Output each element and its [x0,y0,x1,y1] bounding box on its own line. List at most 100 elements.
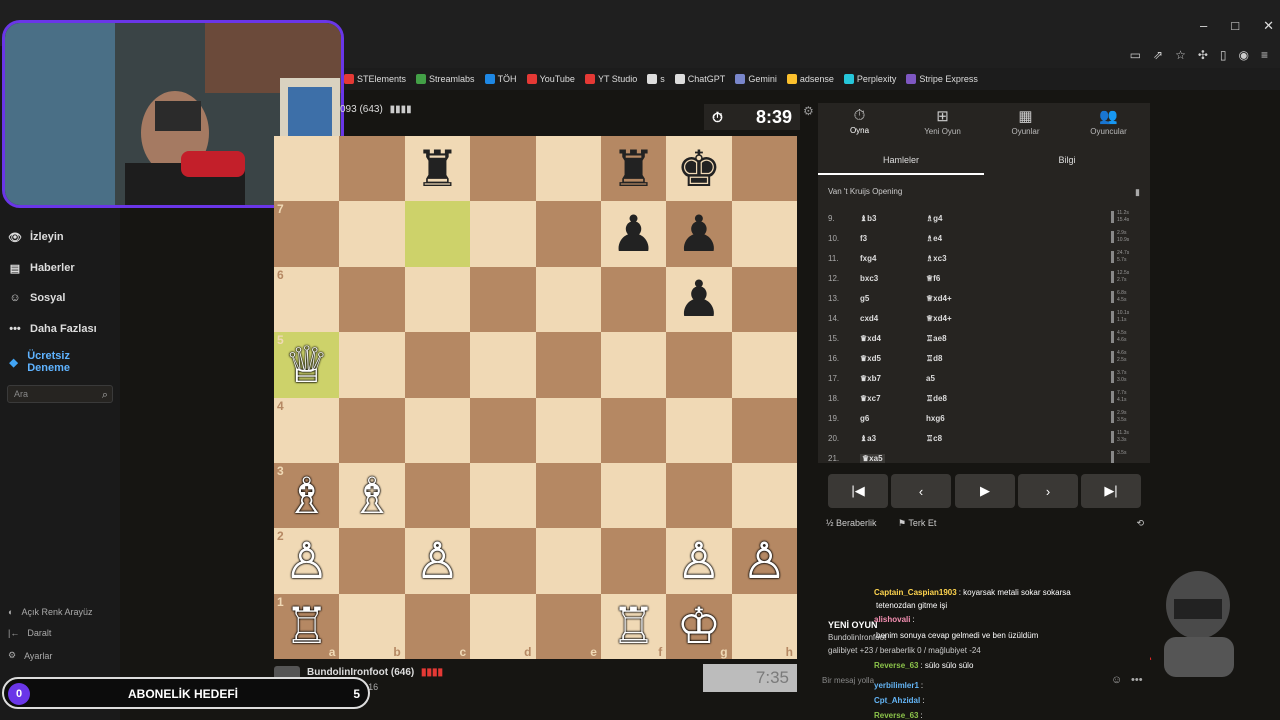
white-move[interactable]: fxg4 [860,254,876,263]
resign-button[interactable]: ⚑ Terk Et [898,518,936,529]
white-move[interactable]: ♝b3 [860,214,877,223]
black-move[interactable]: ♖de8 [926,394,947,403]
black-move[interactable]: ♗xc3 [926,254,947,263]
share-icon[interactable]: ⇗ [1153,48,1163,62]
black-move[interactable]: ♕xd4+ [926,294,952,303]
bookmark-item[interactable]: YouTube [526,74,575,84]
white-piece-a2[interactable]: ♙ [284,536,329,586]
square-a5[interactable]: 5 ♕ [274,332,340,398]
white-piece-a1[interactable]: ♖ [284,601,329,651]
square-b4[interactable] [339,397,405,463]
white-move[interactable]: g6 [860,414,869,423]
play-button[interactable]: ▶ [955,474,1015,508]
tab-play[interactable]: ⏱ Oyna [818,107,901,135]
bookmark-item[interactable]: ChatGPT [674,74,725,84]
square-c8[interactable]: ♜ [404,136,471,202]
square-f3[interactable] [600,462,667,529]
white-piece-a5[interactable]: ♕ [284,340,329,390]
square-g6[interactable]: ♟ [666,266,732,333]
white-move[interactable]: ♛xd4 [860,334,881,343]
square-b8[interactable] [339,136,405,202]
top-player-name[interactable]: 093 (643) ▮▮▮▮ [340,104,412,115]
flip-board-icon[interactable]: ⟲ [1136,518,1144,529]
square-f8[interactable]: ♜ [600,136,667,202]
sidebar-item-izleyin[interactable]: 👁 İzleyin [8,230,64,244]
square-e3[interactable] [535,462,601,529]
sidebar-item-ucretsiz-deneme[interactable]: ◆ Ücretsiz Deneme [8,350,98,374]
square-b6[interactable] [339,266,405,333]
bookmark-item[interactable]: Stripe Express [906,74,978,84]
square-b5[interactable] [339,332,405,398]
close-icon[interactable]: ✕ [1263,18,1274,34]
more-icon[interactable]: ••• [1131,674,1143,686]
square-d4[interactable] [470,397,536,463]
black-piece-f7[interactable]: ♟ [611,209,656,259]
square-g1[interactable]: g ♔ [666,593,732,659]
square-h5[interactable] [731,332,797,398]
white-move[interactable]: ♛xc7 [860,394,881,403]
chess-board[interactable]: ♜ ♜ ♚ 7 ♟ ♟ 6 ♟ 5 ♕ 4 3 ♗ ♗ 2 ♙ ♙ ♙ ♙ 1 a ♖ b c d e f ♖ g ♔ h [274,136,797,659]
black-move[interactable]: ♗e4 [926,234,942,243]
sidebar-item-collapse[interactable]: |← Daralt [8,628,51,638]
square-d7[interactable] [470,201,536,267]
bookmark-item[interactable]: TÖH [484,74,517,84]
white-piece-h2[interactable]: ♙ [742,536,787,586]
chat-username[interactable]: Reverse_63 [874,711,918,720]
square-a8[interactable] [274,136,340,202]
chat-username[interactable]: Cpt_Ahzidal [874,696,920,705]
bookmark-item[interactable]: Perplexity [843,74,896,84]
chat-username[interactable]: Reverse_63 [874,661,918,670]
next-move-button[interactable]: › [1018,474,1078,508]
chat-input[interactable]: Bir mesaj yolla [822,676,874,685]
tab-new-game[interactable]: ⊞ Yeni Oyun [901,107,984,136]
square-e7[interactable] [535,201,601,267]
square-a4[interactable]: 4 [274,397,340,463]
white-piece-g2[interactable]: ♙ [677,536,722,586]
white-move[interactable]: ♛xa5 [860,454,885,463]
black-piece-g7[interactable]: ♟ [677,209,722,259]
white-piece-b3[interactable]: ♗ [350,471,395,521]
prev-move-button[interactable]: ‹ [891,474,951,508]
square-h6[interactable] [731,266,797,333]
square-f1[interactable]: f ♖ [600,593,667,659]
black-piece-g8[interactable]: ♚ [677,144,722,194]
sidebar-item-light-theme[interactable]: ◐ Açık Renk Arayüz [8,607,92,617]
square-b7[interactable] [339,201,405,267]
sidebar-item-daha-fazlasi[interactable]: ••• Daha Fazlası [8,322,96,336]
square-e5[interactable] [535,332,601,398]
white-move[interactable]: cxd4 [860,314,878,323]
chat-username[interactable]: alishovali [874,615,910,624]
bookmark-item[interactable]: STElements [344,74,406,84]
profile-icon[interactable]: ◉ [1239,48,1249,62]
square-f2[interactable] [600,528,667,594]
star-icon[interactable]: ☆ [1175,48,1186,62]
square-h3[interactable] [731,462,797,529]
draw-button[interactable]: ½ Beraberlik [826,518,877,528]
search-input[interactable]: Ara ⌕ [7,385,113,403]
tab-games[interactable]: ▦ Oyunlar [984,107,1067,136]
square-g4[interactable] [666,397,732,463]
sidebar-item-sosyal[interactable]: ☺ Sosyal [8,291,65,305]
square-h4[interactable] [731,397,797,463]
square-c6[interactable] [404,266,471,333]
square-d1[interactable]: d [470,593,536,659]
square-c4[interactable] [404,397,471,463]
sidebar-item-haberler[interactable]: ▤ Haberler [8,261,75,275]
black-move[interactable]: hxg6 [926,414,945,423]
square-e1[interactable]: e [535,593,601,659]
square-d5[interactable] [470,332,536,398]
square-d6[interactable] [470,266,536,333]
square-g7[interactable]: ♟ [666,201,732,267]
square-f5[interactable] [600,332,667,398]
board-settings-icon[interactable]: ⚙ [803,104,814,118]
square-f7[interactable]: ♟ [600,201,667,267]
white-piece-g1[interactable]: ♔ [677,601,722,651]
square-d8[interactable] [470,136,536,202]
tab-info[interactable]: Bilgi [984,155,1150,165]
emoji-icon[interactable]: ☺ [1111,674,1122,686]
square-a1[interactable]: 1 a ♖ [274,593,340,659]
square-h7[interactable] [731,201,797,267]
white-move[interactable]: g5 [860,294,869,303]
white-move[interactable]: f3 [860,234,867,243]
square-a6[interactable]: 6 [274,266,340,333]
